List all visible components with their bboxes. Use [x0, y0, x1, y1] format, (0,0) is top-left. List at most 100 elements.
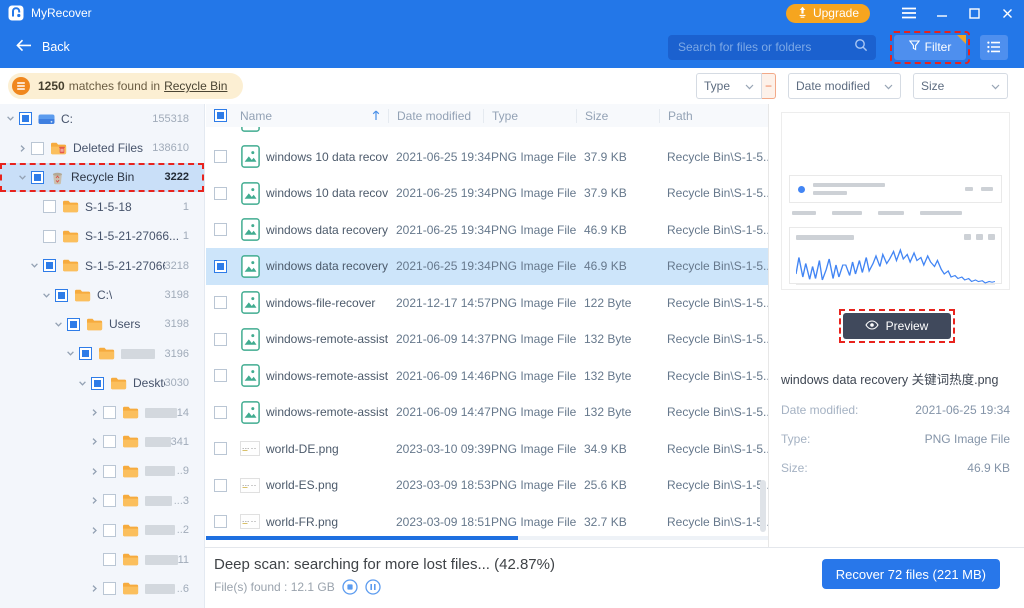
preview-button[interactable]: Preview	[843, 313, 951, 339]
file-row[interactable]: wgx.png2022-09-22 20:55PNG Image File400…	[206, 127, 768, 139]
row-checkbox[interactable]	[214, 223, 227, 236]
tree-item-s-1-5-21-27066[interactable]: S-1-5-21-27066...3218	[0, 251, 204, 280]
column-header-name[interactable]: Name	[234, 109, 388, 123]
tree-item-s-1-5-18[interactable]: S-1-5-181	[0, 192, 204, 221]
tree-item-users[interactable]: Users3198	[0, 310, 204, 339]
file-row[interactable]: world-ES.png2023-03-09 18:53PNG Image Fi…	[206, 467, 768, 504]
column-header-path[interactable]: Path	[659, 109, 768, 123]
file-row[interactable]: windows-file-recover2021-12-17 14:57PNG …	[206, 285, 768, 322]
list-view-button[interactable]	[980, 35, 1008, 60]
chevron-down-icon[interactable]	[65, 349, 75, 358]
row-checkbox[interactable]	[214, 296, 227, 309]
chevron-right-icon[interactable]	[89, 584, 99, 593]
file-row[interactable]: windows-remote-assistance (...2021-06-09…	[206, 394, 768, 431]
tree-item-folder[interactable]: 341	[0, 427, 204, 456]
row-checkbox[interactable]	[214, 442, 227, 455]
file-row[interactable]: windows-remote-assistance (...2021-06-09…	[206, 358, 768, 395]
search-input[interactable]	[676, 39, 854, 55]
tree-item-folder[interactable]: 14	[0, 398, 204, 427]
minimize-button[interactable]	[925, 0, 958, 26]
chevron-right-icon[interactable]	[89, 526, 99, 535]
tree-item-folder[interactable]: ...3	[0, 486, 204, 515]
tree-item-folder[interactable]: ..6	[0, 574, 204, 603]
tree-item-folder[interactable]: ..9	[0, 457, 204, 486]
chevron-down-icon[interactable]	[17, 173, 27, 182]
tree-checkbox[interactable]	[103, 465, 116, 478]
tree-item-recycle-bin[interactable]: Recycle Bin3222	[0, 163, 204, 192]
tree-checkbox[interactable]	[91, 377, 104, 390]
tree-checkbox[interactable]	[79, 347, 92, 360]
chevron-down-icon[interactable]	[77, 379, 87, 388]
tree-checkbox[interactable]	[31, 142, 44, 155]
recover-files-button[interactable]: Recover 72 files (221 MB)	[822, 559, 1000, 589]
maximize-button[interactable]	[958, 0, 991, 26]
tree-item-c[interactable]: C:\3198	[0, 280, 204, 309]
tree-checkbox[interactable]	[103, 494, 116, 507]
pause-scan-button[interactable]	[365, 579, 381, 595]
row-checkbox[interactable]	[214, 187, 227, 200]
column-header-size[interactable]: Size	[576, 109, 659, 123]
tree-item-count: 138610	[152, 142, 204, 154]
matches-location-link[interactable]: Recycle Bin	[164, 79, 227, 93]
tree-checkbox[interactable]	[67, 318, 80, 331]
row-checkbox[interactable]	[214, 515, 227, 528]
chevron-down-icon[interactable]	[53, 320, 63, 329]
chevron-right-icon[interactable]	[17, 144, 27, 153]
table-scrollbar[interactable]	[760, 480, 766, 532]
search-icon[interactable]	[854, 38, 868, 57]
chevron-right-icon[interactable]	[89, 437, 99, 446]
row-checkbox[interactable]	[214, 150, 227, 163]
filter-button[interactable]: Filter	[894, 35, 966, 60]
tree-checkbox[interactable]	[31, 171, 44, 184]
column-header-date[interactable]: Date modified	[388, 109, 483, 123]
tree-checkbox[interactable]	[103, 524, 116, 537]
close-button[interactable]	[991, 0, 1024, 26]
tree-item-desktop[interactable]: Desktop3030	[0, 369, 204, 398]
tree-item-folder[interactable]: 3196	[0, 339, 204, 368]
type-filter-remove-badge[interactable]: −	[762, 73, 776, 99]
tree-checkbox[interactable]	[19, 112, 32, 125]
tree-checkbox[interactable]	[43, 259, 56, 272]
file-row[interactable]: windows 10 data recovery ...2021-06-25 1…	[206, 139, 768, 176]
file-row[interactable]: windows-remote-assistance (...2021-06-09…	[206, 321, 768, 358]
tree-checkbox[interactable]	[103, 553, 116, 566]
sort-ascending-icon[interactable]	[372, 110, 380, 121]
upgrade-button[interactable]: Upgrade	[786, 4, 870, 23]
chevron-down-icon[interactable]	[41, 291, 51, 300]
tree-checkbox[interactable]	[43, 230, 56, 243]
tree-item-deleted-files[interactable]: Deleted Files138610	[0, 133, 204, 162]
row-checkbox[interactable]	[214, 406, 227, 419]
tree-item-folder[interactable]: 11	[0, 545, 204, 574]
tree-checkbox[interactable]	[103, 582, 116, 595]
file-row[interactable]: windows data recovery ...2021-06-25 19:3…	[206, 212, 768, 249]
back-button[interactable]: Back	[16, 39, 70, 55]
file-row[interactable]: windows 10 data recovery ...2021-06-25 1…	[206, 175, 768, 212]
tree-item-c[interactable]: C:155318	[0, 104, 204, 133]
stop-scan-button[interactable]	[342, 579, 358, 595]
file-row[interactable]: world-DE.png2023-03-10 09:39PNG Image Fi…	[206, 431, 768, 468]
menu-icon[interactable]	[892, 0, 925, 26]
date-filter-dropdown[interactable]: Date modified	[788, 73, 901, 99]
tree-item-folder[interactable]: ..2	[0, 515, 204, 544]
row-checkbox[interactable]	[214, 369, 227, 382]
file-date-modified: 2023-03-09 18:51	[388, 515, 483, 529]
chevron-down-icon[interactable]	[5, 114, 15, 123]
tree-checkbox[interactable]	[103, 435, 116, 448]
file-row[interactable]: world-FR.png2023-03-09 18:51PNG Image Fi…	[206, 504, 768, 537]
tree-checkbox[interactable]	[43, 200, 56, 213]
tree-checkbox[interactable]	[103, 406, 116, 419]
select-all-checkbox[interactable]	[214, 109, 227, 122]
column-header-type[interactable]: Type	[483, 109, 576, 123]
tree-checkbox[interactable]	[55, 289, 68, 302]
chevron-right-icon[interactable]	[89, 496, 99, 505]
chevron-right-icon[interactable]	[89, 408, 99, 417]
row-checkbox[interactable]	[214, 479, 227, 492]
chevron-down-icon[interactable]	[29, 261, 39, 270]
size-filter-dropdown[interactable]: Size	[913, 73, 1008, 99]
row-checkbox[interactable]	[214, 333, 227, 346]
chevron-right-icon[interactable]	[89, 467, 99, 476]
row-checkbox[interactable]	[214, 260, 227, 273]
type-filter-dropdown[interactable]: Type	[696, 73, 762, 99]
file-row[interactable]: windows data recovery2021-06-25 19:34PNG…	[206, 248, 768, 285]
tree-item-s-1-5-21-27066[interactable]: S-1-5-21-27066...1	[0, 222, 204, 251]
